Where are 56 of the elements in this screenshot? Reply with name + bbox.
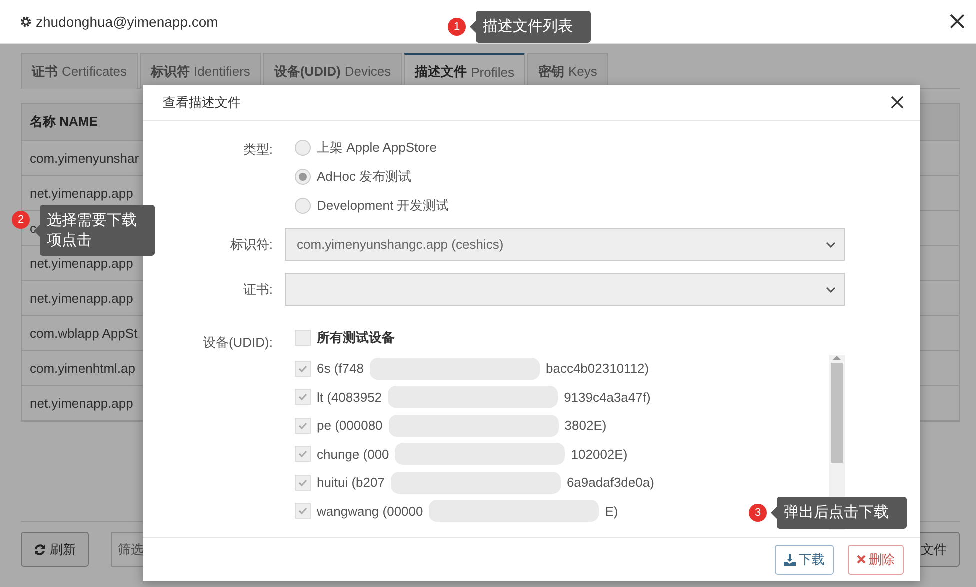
checkmark-icon <box>298 364 308 374</box>
checkmark-icon <box>298 506 308 516</box>
scroll-up-icon[interactable] <box>833 354 841 360</box>
checkmark-icon <box>298 392 308 402</box>
radio-button[interactable] <box>295 198 311 214</box>
device-label: 102002E) <box>571 446 628 462</box>
callout-tooltip: 弹出后点击下载 <box>771 497 907 528</box>
device-label: 3802E) <box>564 418 607 434</box>
checkmark-icon <box>298 478 308 488</box>
download-button[interactable]: 下载 <box>775 544 834 574</box>
close-icon <box>857 555 866 564</box>
tab[interactable]: 证书 Certificates <box>21 53 138 89</box>
device-label: 9139c4a3a47f) <box>564 390 651 405</box>
callout-tooltip: 描述文件列表 <box>470 11 591 42</box>
field-label: 标识符: <box>229 236 273 254</box>
field-label: 设备(UDID): <box>202 334 273 352</box>
download-icon <box>784 554 796 566</box>
caret-icon <box>826 286 836 292</box>
device-label: wangwang (00000 <box>317 504 424 519</box>
radio-label: AdHoc 发布测试 <box>317 168 412 186</box>
checkbox[interactable] <box>295 446 311 462</box>
radio-button[interactable] <box>295 169 311 185</box>
refresh-button[interactable]: 刷新 <box>21 532 89 567</box>
device-label: 6s (f748 <box>317 361 364 376</box>
close-icon <box>890 96 904 109</box>
radio-label: Development 开发测试 <box>317 197 450 215</box>
device-label: pe (000080 <box>317 418 383 434</box>
delete-button[interactable]: 删除 <box>848 544 904 574</box>
device-label: bacc4b02310112) <box>546 361 650 376</box>
checkbox[interactable] <box>295 389 311 406</box>
checkmark-icon <box>298 420 308 431</box>
refresh-icon <box>34 544 46 556</box>
radio-button[interactable] <box>295 140 311 156</box>
close-icon <box>950 14 964 29</box>
step-number-badge: 2 <box>12 211 30 229</box>
field-label: 证书: <box>242 281 273 299</box>
radio-label: 上架 Apple AppStore <box>317 139 437 157</box>
device-label: E) <box>605 504 618 519</box>
checkbox[interactable] <box>295 474 311 491</box>
checkbox-label: 所有测试设备 <box>317 329 395 348</box>
checkbox[interactable] <box>295 503 311 520</box>
window-title: zhudonghua@yimenapp.com <box>36 14 218 30</box>
device-label: 6a9adaf3de0a) <box>566 475 654 490</box>
gear-icon <box>20 16 32 28</box>
field-label: 类型: <box>242 141 273 159</box>
identifier-select[interactable]: com.yimenyunshangc.app (ceshics) <box>285 228 845 261</box>
checkbox[interactable] <box>295 360 311 377</box>
checkbox[interactable] <box>295 330 311 346</box>
caret-icon <box>826 242 836 248</box>
checkmark-icon <box>298 449 308 460</box>
close-button[interactable] <box>948 12 966 30</box>
device-label: chunge (000 <box>317 446 390 462</box>
device-label: lt (4083952 <box>317 390 382 405</box>
checkbox[interactable] <box>295 418 311 434</box>
certificate-select[interactable] <box>285 273 845 306</box>
device-label: huitui (b207 <box>317 475 385 490</box>
